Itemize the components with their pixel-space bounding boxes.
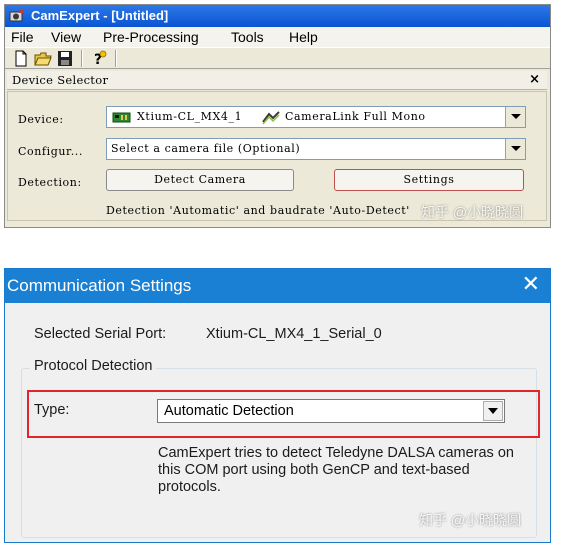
watermark: 知乎 @小晓晓圆: [419, 512, 522, 528]
device-type: CameraLink Full Mono: [285, 110, 426, 123]
close-icon[interactable]: ×: [529, 72, 540, 87]
detection-status: Detection 'Automatic' and baudrate 'Auto…: [106, 204, 410, 217]
window-title: CamExpert - [Untitled]: [31, 8, 169, 23]
watermark: 知乎 @小晓晓圆: [421, 204, 524, 220]
dialog-title-bar: Communication Settings ✕: [5, 269, 550, 303]
close-icon[interactable]: ✕: [522, 272, 540, 297]
serial-port-value: Xtium-CL_MX4_1_Serial_0: [206, 326, 382, 342]
menu-view[interactable]: View: [51, 29, 81, 45]
menu-bar: File View Pre-Processing Tools Help: [5, 27, 550, 47]
communication-settings-dialog: Communication Settings ✕ Selected Serial…: [4, 268, 551, 543]
toolbar-separator: [81, 50, 83, 67]
camera-link-icon: [262, 111, 280, 125]
menu-help[interactable]: Help: [289, 29, 318, 45]
chevron-down-icon[interactable]: [505, 139, 525, 159]
chevron-down-icon[interactable]: [505, 107, 525, 127]
protocol-description: CamExpert tries to detect Teledyne DALSA…: [158, 445, 514, 495]
camexpert-window: CamExpert - [Untitled] File View Pre-Pro…: [4, 4, 551, 228]
toolbar: ?: [5, 47, 550, 69]
title-bar: CamExpert - [Untitled]: [5, 5, 550, 27]
menu-tools[interactable]: Tools: [231, 29, 264, 45]
detection-label: Detection:: [18, 176, 82, 189]
configuration-label: Configur...: [18, 145, 83, 158]
device-dropdown[interactable]: Xtium-CL_MX4_1 CameraLink Full Mono: [106, 106, 526, 128]
device-selector-title: Device Selector: [12, 73, 109, 87]
settings-button[interactable]: Settings: [334, 169, 524, 191]
protocol-detection-title: Protocol Detection: [30, 358, 157, 374]
device-selector-header: Device Selector ×: [7, 71, 547, 90]
toolbar-separator: [115, 50, 117, 67]
new-file-icon[interactable]: [11, 50, 31, 67]
dialog-title: Communication Settings: [7, 276, 192, 295]
type-label: Type:: [34, 402, 70, 418]
frame-grabber-icon: [112, 112, 131, 123]
serial-port-label: Selected Serial Port:: [34, 326, 167, 342]
detect-camera-button[interactable]: Detect Camera: [106, 169, 294, 191]
type-dropdown[interactable]: Automatic Detection: [157, 399, 505, 423]
device-value: Xtium-CL_MX4_1: [137, 110, 243, 123]
settings-label: Settings: [403, 173, 455, 186]
camexpert-app-icon: [9, 10, 23, 22]
chevron-down-icon[interactable]: [483, 401, 503, 421]
device-selector-panel: Device: Xtium-CL_MX4_1 CameraLink Full M…: [7, 91, 547, 221]
configuration-value: Select a camera file (Optional): [111, 142, 301, 155]
detect-camera-label: Detect Camera: [154, 173, 246, 186]
device-label: Device:: [18, 113, 64, 126]
save-icon[interactable]: [55, 50, 75, 67]
menu-pre-processing[interactable]: Pre-Processing: [103, 29, 199, 45]
type-value: Automatic Detection: [164, 403, 294, 419]
open-folder-icon[interactable]: [33, 50, 53, 67]
help-icon[interactable]: ?: [89, 50, 109, 67]
menu-file[interactable]: File: [11, 29, 34, 45]
configuration-dropdown[interactable]: Select a camera file (Optional): [106, 138, 526, 160]
